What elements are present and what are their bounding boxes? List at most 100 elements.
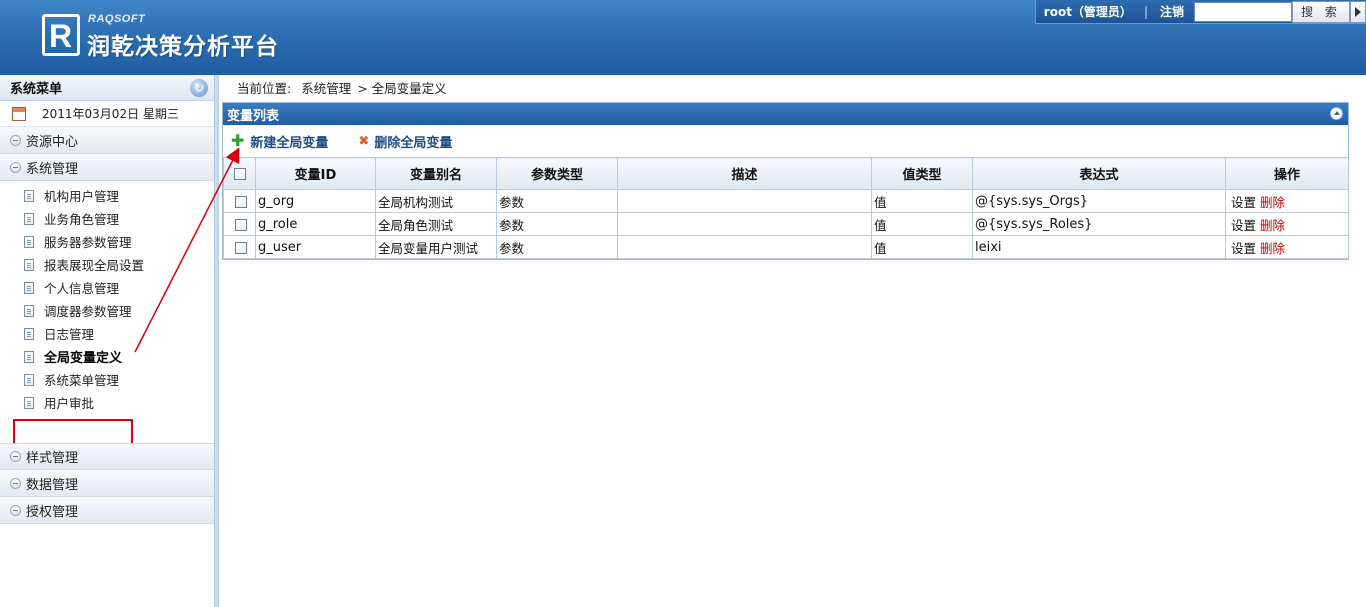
current-user-label: root（管理员） (1043, 5, 1132, 19)
logout-link[interactable]: 注销 (1160, 3, 1184, 20)
collapse-circle-icon (10, 504, 21, 516)
delete-link[interactable]: 删除 (1260, 218, 1285, 233)
refresh-icon[interactable]: ↻ (190, 79, 208, 97)
column-header-description[interactable]: 描述 (617, 157, 872, 190)
delete-link[interactable]: 删除 (1260, 241, 1285, 256)
document-icon (24, 373, 34, 386)
search-input[interactable] (1194, 1, 1292, 22)
cell-expression: @{sys.sys_Roles} (972, 212, 1226, 236)
sidebar-item-scheduler-params[interactable]: 调度器参数管理 (0, 299, 214, 322)
cell-actions: 设置 删除 (1225, 235, 1349, 259)
column-header-alias[interactable]: 变量别名 (375, 157, 497, 190)
search-arrow-button[interactable] (1350, 0, 1366, 23)
cell-expression: @{sys.sys_Orgs} (972, 189, 1226, 213)
sidebar-group-style-management[interactable]: 样式管理 (0, 443, 214, 470)
plus-icon: ✚ (231, 131, 245, 150)
sidebar-group-resource-center[interactable]: 资源中心 (0, 127, 214, 154)
document-icon (24, 327, 34, 340)
table-row[interactable]: g_org 全局机构测试 参数 值 @{sys.sys_Orgs} 设置 删除 (223, 189, 1349, 213)
add-global-variable-button[interactable]: ✚ 新建全局变量 (231, 132, 328, 151)
set-link[interactable]: 设置 (1231, 241, 1256, 256)
breadcrumb-prefix: 当前位置: (237, 81, 292, 96)
logo-letter: R (49, 18, 73, 54)
cell-alias: 全局角色测试 (375, 212, 497, 236)
main-content: 当前位置: 系统管理 > 全局变量定义 变量列表 ✚ 新建全局变量 ✖ 删除全局… (219, 75, 1366, 607)
column-header-value-type[interactable]: 值类型 (871, 157, 973, 190)
sidebar-item-label: 服务器参数管理 (44, 235, 132, 250)
cell-variable-id: g_org (255, 189, 376, 213)
column-header-expression[interactable]: 表达式 (972, 157, 1226, 190)
row-checkbox[interactable] (234, 242, 247, 254)
cell-value-type: 值 (871, 235, 973, 259)
sidebar-item-global-variables[interactable]: 全局变量定义 (0, 345, 214, 368)
sidebar-item-business-roles[interactable]: 业务角色管理 (0, 207, 214, 230)
column-header-actions: 操作 (1225, 157, 1349, 190)
panel-title: 变量列表 (227, 108, 280, 124)
column-header-param-type[interactable]: 参数类型 (496, 157, 618, 190)
sidebar-group-authorization[interactable]: 授权管理 (0, 497, 214, 524)
sidebar-header: 系统菜单 ↻ (0, 75, 214, 101)
sidebar-item-label: 个人信息管理 (44, 281, 120, 296)
document-icon (24, 281, 34, 294)
cell-expression: leixi (972, 235, 1226, 259)
sidebar-group-label: 样式管理 (26, 451, 79, 466)
cell-value-type: 值 (871, 189, 973, 213)
document-icon (24, 189, 34, 202)
set-link[interactable]: 设置 (1231, 195, 1256, 210)
search-button[interactable]: 搜 索 (1292, 0, 1350, 23)
row-select-cell (223, 189, 256, 213)
sidebar-item-log-management[interactable]: 日志管理 (0, 322, 214, 345)
cell-variable-id: g_user (255, 235, 376, 259)
sidebar-item-server-params[interactable]: 服务器参数管理 (0, 230, 214, 253)
table-row[interactable]: g_role 全局角色测试 参数 值 @{sys.sys_Roles} 设置 删除 (223, 212, 1349, 236)
cell-value-type: 值 (871, 212, 973, 236)
sidebar-item-system-menu[interactable]: 系统菜单管理 (0, 368, 214, 391)
set-link[interactable]: 设置 (1231, 218, 1256, 233)
row-checkbox[interactable] (234, 196, 247, 208)
user-separator: | (1143, 4, 1148, 19)
cell-actions: 设置 删除 (1225, 212, 1349, 236)
sidebar-item-report-global[interactable]: 报表展现全局设置 (0, 253, 214, 276)
cell-description (617, 212, 872, 236)
current-date: 2011年03月02日 星期三 (42, 107, 179, 121)
sidebar-item-label: 系统菜单管理 (44, 373, 120, 388)
play-arrow-icon (1355, 6, 1361, 17)
sidebar: 系统菜单 ↻ 2011年03月02日 星期三 资源中心 系统管理 机构用户管理 … (0, 75, 215, 607)
collapse-circle-icon (10, 134, 21, 146)
select-all-checkbox[interactable] (233, 167, 246, 180)
variable-list-panel: 变量列表 ✚ 新建全局变量 ✖ 删除全局变量 变量ID 变量别名 参数类型 描述… (222, 102, 1349, 260)
sidebar-title: 系统菜单 (10, 82, 63, 97)
sidebar-item-org-users[interactable]: 机构用户管理 (0, 184, 214, 207)
row-checkbox[interactable] (234, 219, 247, 231)
collapse-icon[interactable] (1330, 107, 1343, 120)
sidebar-item-label: 日志管理 (44, 327, 95, 342)
sidebar-item-label: 报表展现全局设置 (44, 258, 145, 273)
sidebar-group-system-management[interactable]: 系统管理 (0, 154, 214, 181)
sidebar-date: 2011年03月02日 星期三 (0, 101, 214, 127)
collapse-circle-icon (10, 477, 21, 489)
sidebar-item-user-approval[interactable]: 用户审批 (0, 391, 214, 414)
column-header-id[interactable]: 变量ID (255, 157, 376, 190)
sidebar-item-personal-info[interactable]: 个人信息管理 (0, 276, 214, 299)
calendar-icon (12, 106, 26, 121)
variable-table: 变量ID 变量别名 参数类型 描述 值类型 表达式 操作 g_org 全局机构测… (223, 157, 1349, 259)
delete-button-label: 删除全局变量 (374, 135, 453, 151)
document-icon (24, 235, 34, 248)
breadcrumb-part-system: 系统管理 (301, 81, 352, 96)
row-select-cell (223, 235, 256, 259)
collapse-circle-icon (10, 451, 21, 462)
sidebar-item-label: 用户审批 (44, 396, 95, 411)
sidebar-item-label: 业务角色管理 (44, 212, 120, 227)
document-icon (24, 304, 34, 317)
document-icon (24, 396, 34, 409)
sidebar-group-label: 资源中心 (26, 134, 79, 150)
table-row[interactable]: g_user 全局变量用户测试 参数 值 leixi 设置 删除 (223, 235, 1349, 259)
delete-link[interactable]: 删除 (1260, 195, 1285, 210)
sidebar-item-label: 全局变量定义 (44, 351, 123, 366)
brand-title: 润乾决策分析平台 (87, 34, 279, 60)
delete-global-variable-button[interactable]: ✖ 删除全局变量 (358, 132, 452, 151)
sidebar-group-data-management[interactable]: 数据管理 (0, 470, 214, 497)
sidebar-group-label: 系统管理 (26, 161, 79, 177)
table-header-row: 变量ID 变量别名 参数类型 描述 值类型 表达式 操作 (223, 157, 1349, 190)
sidebar-item-label: 调度器参数管理 (44, 304, 132, 319)
